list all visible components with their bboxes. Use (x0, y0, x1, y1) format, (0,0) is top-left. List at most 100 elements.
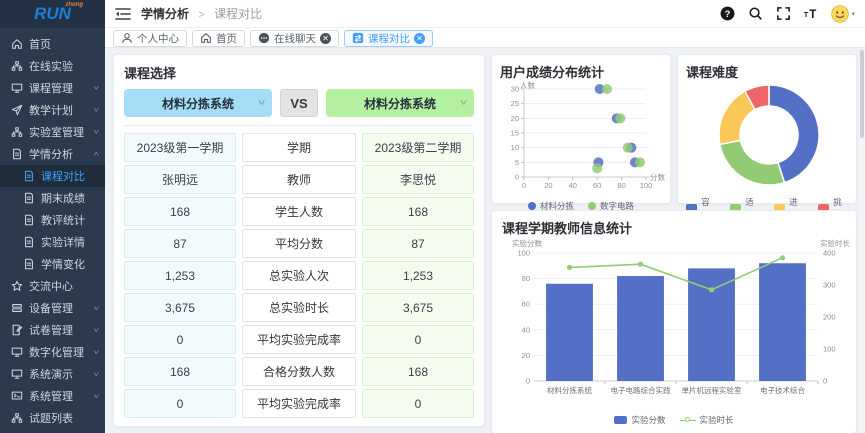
tab-label: 个人中心 (137, 31, 179, 46)
svg-text:80: 80 (522, 274, 530, 283)
svg-text:T: T (810, 9, 817, 21)
help-icon[interactable]: ? (719, 6, 735, 22)
left-course-dropdown[interactable]: 材料分拣系统 ˅ (124, 89, 272, 117)
sidebar-item-label: 教评统计 (41, 212, 99, 228)
svg-text:电子电路综合实践: 电子电路综合实践 (611, 385, 671, 395)
score-distribution-card: 用户成绩分布统计 051015202530020406080100人数分数 材料… (491, 54, 671, 204)
sidebar-item-online-lab[interactable]: 在线实验 (0, 55, 105, 77)
sidebar-item-learning-change[interactable]: 学情变化 (0, 253, 105, 275)
sidebar-item-question-list[interactable]: 试题列表 (0, 407, 105, 429)
tab-personal-center[interactable]: 个人中心 (113, 30, 187, 47)
teacher-info-chart: 0204060801000100200300400实验分数实验时长材料分拣系统电… (502, 237, 846, 412)
svg-text:25: 25 (511, 99, 519, 108)
close-icon[interactable]: ✕ (414, 33, 425, 44)
right-value-cell: 0 (362, 325, 474, 354)
sidebar-item-course-compare[interactable]: 课程对比 (0, 165, 105, 187)
sidebar-item-device-mgmt[interactable]: 设备管理˅ (0, 297, 105, 319)
svg-text:单片机远程实验室: 单片机远程实验室 (682, 385, 742, 395)
sidebar-item-eval-stats[interactable]: 教评统计 (0, 209, 105, 231)
sidebar: zhong RUN 首页在线实验课程管理˅教学计划˅实验室管理˅学情分析˄课程对… (0, 0, 105, 433)
user-avatar[interactable]: ▾ (831, 5, 855, 23)
sidebar-item-label: 试题列表 (29, 410, 99, 426)
vs-label: VS (280, 89, 318, 117)
svg-text:材料分拣系统: 材料分拣系统 (547, 385, 592, 395)
left-value-cell: 168 (124, 357, 236, 386)
metric-cell: 合格分数人数 (242, 357, 356, 386)
charts-column: 用户成绩分布统计 051015202530020406080100人数分数 材料… (491, 54, 857, 427)
svg-text:0: 0 (515, 173, 519, 182)
svg-text:20: 20 (544, 181, 552, 190)
chevron-down-icon: ˅ (94, 326, 100, 334)
right-course-dropdown[interactable]: 材料分拣系统 ˅ (326, 89, 474, 117)
svg-text:15: 15 (511, 129, 519, 138)
sidebar-item-label: 实验详情 (41, 234, 99, 250)
legend-label: 实验分数 (631, 414, 665, 426)
course-select-card: 课程选择 材料分拣系统 ˅ VS 材料分拣系统 ˅ 2023级第一学期学期202… (113, 54, 485, 427)
chat-icon (258, 32, 270, 44)
chevron-down-icon: ˅ (94, 106, 100, 114)
score-distribution-title: 用户成绩分布统计 (500, 62, 662, 81)
course-select-row: 材料分拣系统 ˅ VS 材料分拣系统 ˅ (124, 89, 474, 117)
metric-cell: 学期 (242, 133, 356, 162)
header: 学情分析 > 课程对比 ? TT (105, 0, 865, 48)
sidebar-item-digital-mgmt[interactable]: 数字化管理˅ (0, 341, 105, 363)
header-row-breadcrumb: 学情分析 > 课程对比 ? TT (105, 0, 865, 27)
metric-cell: 平均实验完成率 (242, 389, 356, 418)
metric-cell: 平均实验完成率 (242, 325, 356, 354)
menu-fold-icon[interactable] (115, 7, 131, 21)
sidebar-item-label: 系统演示 (29, 366, 94, 382)
tab-home[interactable]: 首页 (192, 30, 245, 47)
svg-text:40: 40 (569, 181, 577, 190)
right-value-cell: 87 (362, 229, 474, 258)
logo[interactable]: zhong RUN (0, 0, 105, 28)
doc-icon (22, 236, 35, 249)
left-value-cell: 3,675 (124, 293, 236, 322)
svg-text:5: 5 (515, 158, 519, 167)
doc-icon (22, 170, 35, 183)
scrollbar-thumb[interactable] (860, 50, 864, 138)
legend-item[interactable]: 实验时长 (680, 414, 734, 426)
doc-icon (22, 258, 35, 271)
font-size-icon[interactable]: TT (803, 6, 819, 22)
svg-text:20: 20 (511, 114, 519, 123)
svg-text:?: ? (725, 9, 731, 19)
topbar-icons: ? TT (719, 5, 855, 23)
svg-text:实验时长: 实验时长 (820, 238, 850, 248)
page-scrollbar[interactable] (859, 48, 865, 433)
tab-course-compare[interactable]: 课程对比✕ (344, 30, 433, 47)
chevron-up-icon: ˄ (94, 150, 100, 158)
logo-zhong-text: zhong (65, 2, 83, 8)
sidebar-item-home[interactable]: 首页 (0, 33, 105, 55)
breadcrumb-item-learning-analysis[interactable]: 学情分析 (141, 7, 189, 21)
legend-swatch (614, 416, 627, 424)
sidebar-item-learning-analysis[interactable]: 学情分析˄ (0, 143, 105, 165)
legend-item[interactable]: 实验分数 (614, 414, 665, 426)
chevron-down-icon: ˅ (94, 370, 100, 378)
svg-text:T: T (804, 11, 809, 19)
sidebar-item-teaching-plan[interactable]: 教学计划˅ (0, 99, 105, 121)
avatar-caret-icon: ▾ (851, 10, 855, 18)
chevron-down-icon: ˅ (94, 84, 100, 92)
left-value-cell: 张明远 (124, 165, 236, 194)
sidebar-item-course-mgmt[interactable]: 课程管理˅ (0, 77, 105, 99)
sidebar-item-label: 试卷管理 (29, 322, 94, 338)
sidebar-item-system-demo[interactable]: 系统演示˅ (0, 363, 105, 385)
svg-text:10: 10 (511, 143, 519, 152)
sidebar-item-comm-center[interactable]: 交流中心 (0, 275, 105, 297)
sidebar-item-experiment-detail[interactable]: 实验详情 (0, 231, 105, 253)
svg-text:30: 30 (511, 85, 519, 94)
sidebar-item-exam-mgmt[interactable]: 试卷管理˅ (0, 319, 105, 341)
close-icon[interactable]: ✕ (320, 33, 331, 44)
chevron-down-icon: ˅ (94, 128, 100, 136)
sidebar-item-system-mgmt[interactable]: 系统管理˅ (0, 385, 105, 407)
sidebar-item-label: 交流中心 (29, 278, 99, 294)
course-difficulty-chart (686, 81, 848, 194)
sidebar-item-final-grades[interactable]: 期末成绩 (0, 187, 105, 209)
sidebar-item-label: 实验室管理 (29, 124, 94, 140)
sidebar-item-label: 课程管理 (29, 80, 94, 96)
sitemap-icon (10, 60, 23, 73)
fullscreen-icon[interactable] (775, 6, 791, 22)
sidebar-item-lab-mgmt[interactable]: 实验室管理˅ (0, 121, 105, 143)
search-icon[interactable] (747, 6, 763, 22)
tab-online-chat[interactable]: 在线聊天✕ (250, 30, 339, 47)
